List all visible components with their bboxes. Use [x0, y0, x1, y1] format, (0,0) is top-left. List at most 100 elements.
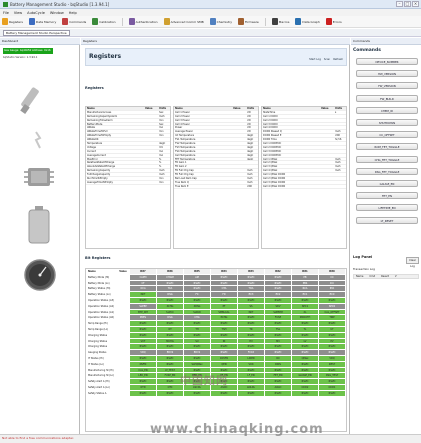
bit-flag[interactable]: FD: [211, 292, 238, 297]
bit-flag[interactable]: SLPAD: [184, 309, 211, 315]
bit-flag[interactable]: CF: [130, 280, 157, 286]
bit-flag[interactable]: AM: [184, 274, 211, 280]
bit-flag[interactable]: OCD1: [319, 384, 346, 390]
scan-button[interactable]: Scan: [324, 58, 330, 61]
bit-flag[interactable]: RSVD: [130, 326, 157, 332]
bit-flag[interactable]: RSVD: [319, 344, 346, 350]
bit-flag[interactable]: OCD2: [292, 384, 319, 390]
command-fet-en-button[interactable]: FET_EN: [356, 192, 418, 200]
bit-flag[interactable]: RSVD: [130, 344, 157, 350]
bit-flag[interactable]: RSVD: [319, 350, 346, 355]
bit-flag[interactable]: IN: [211, 338, 238, 344]
bit-flag[interactable]: RDIS: [265, 361, 292, 367]
bit-flag[interactable]: CAL_EN: [130, 367, 157, 373]
bit-flag[interactable]: CC: [319, 274, 346, 280]
toolbar-data-graph-button[interactable]: Data Graph: [295, 18, 320, 25]
bit-flag[interactable]: VDQ: [130, 350, 157, 355]
registers-table-left[interactable]: Name Value Units ManufacturerAccess hex Remai…: [85, 106, 171, 249]
bit-flag[interactable]: RSVD: [265, 280, 292, 286]
bit-flag[interactable]: RSVD: [238, 315, 265, 321]
bit-flag[interactable]: RSVD: [211, 344, 238, 350]
bit-flag[interactable]: HV: [238, 338, 265, 344]
bit-flag[interactable]: EC0: [319, 292, 346, 297]
bit-flag[interactable]: SLPCC: [157, 309, 184, 315]
bit-flag[interactable]: RSVD: [319, 332, 346, 338]
bit-flag[interactable]: RSVD: [211, 332, 238, 338]
bit-flag[interactable]: RSVD: [211, 321, 238, 326]
bit-flag[interactable]: RSVD: [157, 297, 184, 303]
command-chem-id-button[interactable]: CHEM_ID: [356, 106, 418, 114]
bit-flag[interactable]: OTA: [211, 286, 238, 292]
menu-autocycle[interactable]: AutoCycle: [27, 11, 45, 15]
command-fw-version-button[interactable]: FW_VERSION: [356, 82, 418, 90]
bit-flag[interactable]: RSVD: [319, 321, 346, 326]
bit-flag[interactable]: RSVD: [265, 350, 292, 355]
bit-flag[interactable]: FC: [184, 292, 211, 297]
bit-flag[interactable]: RSVD: [211, 280, 238, 286]
bit-flag[interactable]: TCA: [157, 286, 184, 292]
bit-flag[interactable]: AOLDL: [238, 384, 265, 390]
bit-flag[interactable]: RX: [265, 355, 292, 361]
bit-flag[interactable]: TR: [238, 326, 265, 332]
bit-flag[interactable]: NSFM: [130, 361, 157, 367]
bit-flag[interactable]: RSVD: [292, 379, 319, 384]
toolbar-chemistry-button[interactable]: Chemistry: [209, 18, 232, 25]
toolbar-errors-button[interactable]: Errors: [325, 18, 342, 25]
bit-flag[interactable]: TRIP: [319, 315, 346, 321]
bit-flag[interactable]: RSVD: [157, 280, 184, 286]
bit-flag[interactable]: RSVD: [265, 286, 292, 292]
bit-flag[interactable]: RSVD: [211, 390, 238, 396]
bit-flag[interactable]: INIT: [130, 292, 157, 297]
command-chg-fet-toggle-button[interactable]: CHG_FET_TOGGLE: [356, 155, 418, 163]
bit-flag[interactable]: SLPQMax: [184, 361, 211, 367]
toolbar-macros-button[interactable]: Macros: [271, 18, 289, 25]
bit-flag[interactable]: MV: [265, 338, 292, 344]
bit-flag[interactable]: RSVD: [157, 355, 184, 361]
bit-flag[interactable]: AOLD: [265, 384, 292, 390]
bit-flag[interactable]: RSVD: [238, 297, 265, 303]
bit-flag[interactable]: RSVD: [265, 297, 292, 303]
bit-flag[interactable]: RSVD: [157, 361, 184, 367]
bit-flag[interactable]: VCT: [130, 338, 157, 344]
bit-flag[interactable]: RSVD: [157, 390, 184, 396]
bit-flag[interactable]: RSVD: [184, 355, 211, 361]
bit-flag[interactable]: PB: [292, 274, 319, 280]
close-button[interactable]: ×: [412, 1, 419, 7]
bit-flag[interactable]: PRES: [130, 315, 157, 321]
bit-flag[interactable]: RSVD: [211, 297, 238, 303]
bit-flag[interactable]: BTP_INT: [130, 309, 157, 315]
bit-flag[interactable]: RSVD: [238, 332, 265, 338]
bit-flag[interactable]: RSVD: [184, 321, 211, 326]
tab-dashboard[interactable]: Dashboard: [0, 38, 80, 45]
bit-flag[interactable]: RSVD: [292, 350, 319, 355]
bit-flag[interactable]: REST: [319, 361, 346, 367]
command-hw-version-button[interactable]: HW_VERSION: [356, 70, 418, 78]
bit-flag[interactable]: UT: [319, 326, 346, 332]
table-row[interactable]: True Rem E cWh: [174, 185, 258, 189]
bit-flag[interactable]: RSVD: [238, 390, 265, 396]
command-fw-build-button[interactable]: FW_BUILD: [356, 94, 418, 102]
bit-flag[interactable]: RSVD: [238, 379, 265, 384]
bit-flag[interactable]: GAUGE_EN: [292, 373, 319, 379]
bit-flag[interactable]: RSVD: [238, 344, 265, 350]
bit-flag[interactable]: PF: [211, 303, 238, 309]
bit-flag[interactable]: RSVD: [265, 390, 292, 396]
bit-flag[interactable]: SMBLCAL: [211, 309, 238, 315]
bit-flag[interactable]: RSVD: [292, 390, 319, 396]
toolbar-data-memory-button[interactable]: Data Memory: [28, 18, 56, 25]
bit-flag[interactable]: EDV1: [184, 350, 211, 355]
bit-flag[interactable]: EC1: [292, 292, 319, 297]
bit-flag[interactable]: RSVD: [238, 321, 265, 326]
command-device-number-button[interactable]: DEVICE_NUMBER: [356, 58, 418, 65]
bit-flag[interactable]: RSVD: [292, 297, 319, 303]
bit-flag[interactable]: RSVD: [265, 344, 292, 350]
bit-flag[interactable]: EDV2: [157, 350, 184, 355]
tab-commands[interactable]: Commands: [351, 38, 421, 45]
bit-flag[interactable]: RSVD: [184, 332, 211, 338]
bit-flag[interactable]: RSVD: [265, 332, 292, 338]
bit-flag[interactable]: LDMD: [238, 355, 265, 361]
command-dsg-fet-toggle-button[interactable]: DSG_FET_TOGGLE: [356, 167, 418, 175]
bit-flag[interactable]: TDA: [238, 286, 265, 292]
bit-flag[interactable]: QMax: [292, 355, 319, 361]
bit-flag[interactable]: RSVD: [157, 321, 184, 326]
